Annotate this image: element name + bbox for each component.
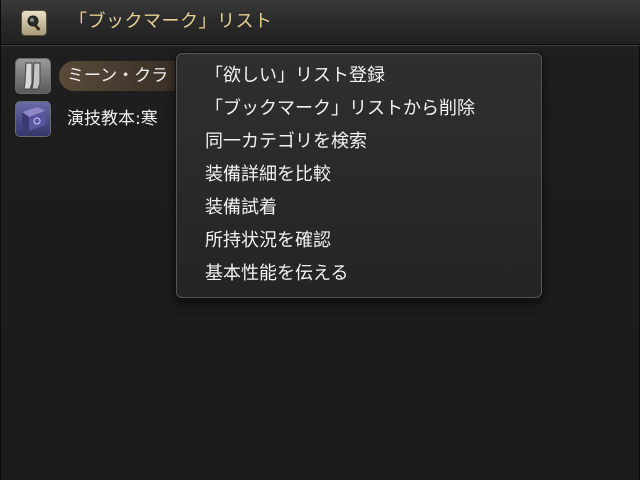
list-item-label: ミーン・クラ (67, 66, 169, 86)
book-icon (15, 101, 51, 137)
menu-item-share-stats[interactable]: 基本性能を伝える (199, 259, 354, 289)
menu-item-compare-details[interactable]: 装備詳細を比較 (199, 160, 337, 190)
bookmark-lens-icon (21, 10, 47, 36)
boots-icon (15, 58, 51, 94)
menu-item-add-wishlist[interactable]: 「欲しい」リスト登録 (199, 61, 391, 91)
context-menu: 「欲しい」リスト登録 「ブックマーク」リストから削除 同一カテゴリを検索 装備詳… (176, 53, 542, 298)
list-item-label: 演技教本:寒 (67, 109, 158, 129)
menu-item-try-on[interactable]: 装備試着 (199, 193, 283, 223)
menu-item-search-category[interactable]: 同一カテゴリを検索 (199, 127, 373, 157)
menu-item-check-possession[interactable]: 所持状況を確認 (199, 226, 337, 256)
menu-item-remove-bookmark[interactable]: 「ブックマーク」リストから削除 (187, 94, 487, 124)
bookmark-list-window: 「ブックマーク」リスト ミーン・クラ 演技教本:寒 「欲しい」リスト登録 「ブッ… (0, 0, 640, 480)
title-bar: 「ブックマーク」リスト (1, 0, 640, 45)
window-title: 「ブックマーク」リスト (69, 11, 273, 32)
